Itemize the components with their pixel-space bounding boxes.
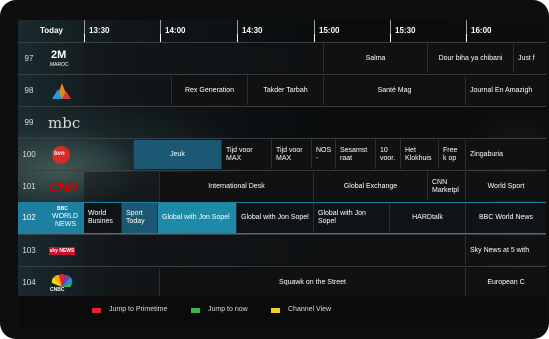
program-cell-empty — [84, 44, 324, 73]
channel-number: 98 — [24, 86, 34, 95]
channel-row-98[interactable]: 98 Rex Generation Takder Tarbah Santé Ma… — [18, 75, 546, 106]
program-cell[interactable]: Rex Generation — [172, 76, 248, 105]
sky-news-logo: sky NEWS — [49, 247, 75, 255]
al-aoula-logo — [48, 81, 78, 101]
cnbc-logo: CNBC — [48, 273, 78, 293]
channel-number: 99 — [24, 118, 34, 127]
program-cell[interactable]: European C — [466, 268, 546, 297]
program-cell[interactable]: Free k op — [439, 140, 466, 169]
channel-row-97[interactable]: 97 2M MAROC Salma Dour biha ya chibani J… — [18, 43, 546, 74]
epg-screen: Today 13:30 14:00 14:30 15:00 15:30 16:0… — [18, 20, 546, 328]
channel-number: 100 — [22, 150, 36, 159]
program-cell[interactable]: World Sport — [466, 172, 546, 201]
2m-maroc-logo: 2M MAROC — [50, 49, 69, 68]
program-cell[interactable]: Het Klokhuis — [401, 140, 439, 169]
time-slot-1530: 15:30 — [390, 20, 415, 42]
program-cell[interactable]: Sesamst raat — [336, 140, 376, 169]
program-cell-empty — [84, 236, 466, 265]
channel-number: 104 — [22, 278, 36, 287]
program-cell[interactable]: Journal En Amazigh — [466, 76, 546, 105]
channel-row-101[interactable]: 101 CNN International Desk Global Exchan… — [18, 171, 546, 202]
yellow-key-icon — [271, 308, 280, 313]
channel-number: 103 — [22, 246, 36, 255]
time-slot-1500: 15:00 — [314, 20, 339, 42]
footer-legend: Jump to Primetime Jump to now Channel Vi… — [18, 296, 546, 328]
green-key-icon — [191, 308, 200, 313]
cnn-logo: CNN — [49, 179, 77, 195]
channel-row-102[interactable]: 102 BBC WORLD NEWS World Busines Sport T… — [18, 202, 546, 234]
program-cell[interactable]: World Busines — [84, 203, 122, 233]
channel-row-103[interactable]: 103 sky NEWS Sky News at 5 with — [18, 235, 546, 266]
channel-row-104[interactable]: 104 CNBC Squawk on the Street European C — [18, 267, 546, 298]
program-cell[interactable]: Dour biha ya chibani — [428, 44, 514, 73]
program-cell-selected[interactable]: Global with Jon Sopel — [158, 203, 237, 233]
program-cell[interactable]: Global with Jon Sopel — [314, 203, 390, 233]
program-cell[interactable]: Zingaburia — [466, 140, 546, 169]
program-cell[interactable]: Squawk on the Street — [160, 268, 466, 297]
program-cell[interactable]: HARDtalk — [390, 203, 466, 233]
program-cell[interactable]: 10 voor. — [376, 140, 401, 169]
channel-row-99[interactable]: 99 mbc — [18, 107, 546, 138]
program-cell[interactable]: Takder Tarbah — [248, 76, 324, 105]
program-cell-empty — [84, 108, 546, 137]
channel-number: 101 — [22, 182, 36, 191]
program-cell[interactable]: Just f — [514, 44, 546, 73]
program-cell-empty — [84, 172, 160, 201]
program-cell[interactable]: Sky News at 5 with — [466, 236, 546, 265]
program-cell[interactable]: Salma — [324, 44, 428, 73]
program-cell[interactable]: Global Exchange — [314, 172, 428, 201]
bvn-logo: bvn — [48, 145, 78, 165]
legend-jump-now[interactable]: Jump to now — [208, 304, 248, 316]
program-cell[interactable]: NOS - — [312, 140, 336, 169]
program-cell[interactable]: Jeuk — [134, 140, 222, 169]
program-cell-empty — [84, 76, 172, 105]
program-cell[interactable]: BBC World News — [466, 203, 546, 233]
program-cell[interactable]: International Desk — [160, 172, 314, 201]
time-slot-1430: 14:30 — [237, 20, 262, 42]
mbc-logo: mbc — [48, 114, 81, 132]
legend-channel-view[interactable]: Channel View — [288, 304, 331, 316]
program-cell[interactable]: Global with Jon Sopel — [237, 203, 314, 233]
time-slot-1600: 16:00 — [466, 20, 491, 42]
red-key-icon — [92, 308, 101, 313]
channel-number: 102 — [22, 213, 36, 222]
program-cell[interactable]: Sport Today — [122, 203, 158, 233]
time-slot-1330: 13:30 — [84, 20, 109, 42]
program-cell[interactable]: CNN Marketpl — [428, 172, 466, 201]
program-cell-empty — [84, 268, 160, 297]
day-label: Today — [40, 26, 63, 35]
program-cell[interactable]: Tijd voor MAX — [272, 140, 312, 169]
program-cell[interactable]: Santé Mag — [324, 76, 466, 105]
time-slot-1400: 14:00 — [160, 20, 185, 42]
program-cell[interactable]: Tijd voor MAX — [222, 140, 272, 169]
channel-number: 97 — [24, 54, 34, 63]
channel-row-100[interactable]: 100 bvn Jeuk Tijd voor MAX Tijd voor MAX… — [18, 139, 546, 170]
tv-device-frame: Today 13:30 14:00 14:30 15:00 15:30 16:0… — [0, 0, 549, 339]
legend-jump-primetime[interactable]: Jump to Primetime — [109, 304, 167, 316]
bbc-world-news-logo: BBC WORLD NEWS — [52, 206, 79, 228]
program-cell-empty — [84, 140, 134, 169]
